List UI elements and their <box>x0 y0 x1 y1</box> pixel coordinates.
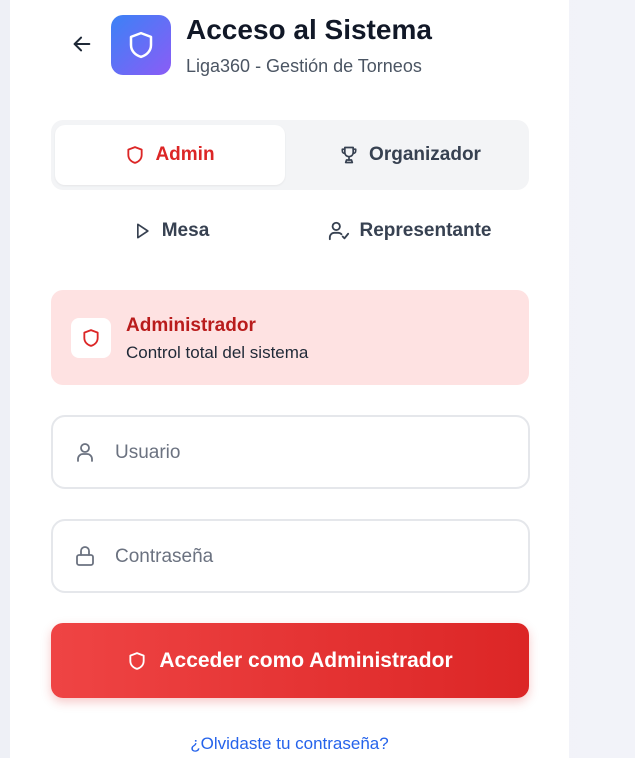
user-check-icon <box>328 221 349 241</box>
tab-label: Representante <box>359 220 492 241</box>
tab-admin[interactable]: Admin <box>55 125 285 185</box>
password-input[interactable] <box>113 521 517 593</box>
shield-icon <box>83 329 99 347</box>
tab-mesa[interactable]: Mesa <box>51 200 290 262</box>
submit-label: Acceder como Administrador <box>159 648 453 672</box>
login-panel: Acceso al Sistema Liga360 - Gestión de T… <box>10 0 569 758</box>
lock-icon <box>76 546 94 566</box>
password-field[interactable] <box>51 519 530 593</box>
shield-icon <box>129 651 145 670</box>
tab-label: Organizador <box>369 144 481 165</box>
arrow-left-icon <box>73 36 91 52</box>
role-title: Administrador <box>126 315 256 336</box>
trophy-icon <box>341 146 357 164</box>
back-button[interactable] <box>64 26 100 62</box>
page-title: Acceso al Sistema <box>186 14 432 45</box>
role-description: Control total del sistema <box>126 343 309 362</box>
shield-icon <box>129 31 153 59</box>
username-field[interactable] <box>51 415 530 489</box>
forgot-password-link[interactable]: ¿Olvidaste tu contraseña? <box>10 734 569 754</box>
tab-label: Admin <box>155 144 215 165</box>
play-icon <box>136 223 149 239</box>
username-input[interactable] <box>113 417 517 489</box>
role-tabs: Admin Organizador <box>51 120 529 190</box>
tab-organizador[interactable]: Organizador <box>295 125 525 185</box>
shield-icon <box>127 146 144 164</box>
tab-representante[interactable]: Representante <box>290 200 529 262</box>
role-info-card: Administrador Control total del sistema <box>51 290 529 385</box>
submit-button[interactable]: Acceder como Administrador <box>51 623 529 698</box>
page-subtitle: Liga360 - Gestión de Torneos <box>186 56 422 76</box>
user-icon <box>77 443 93 462</box>
tab-label: Mesa <box>161 220 210 241</box>
role-icon-box <box>71 318 111 358</box>
app-logo <box>111 15 171 75</box>
